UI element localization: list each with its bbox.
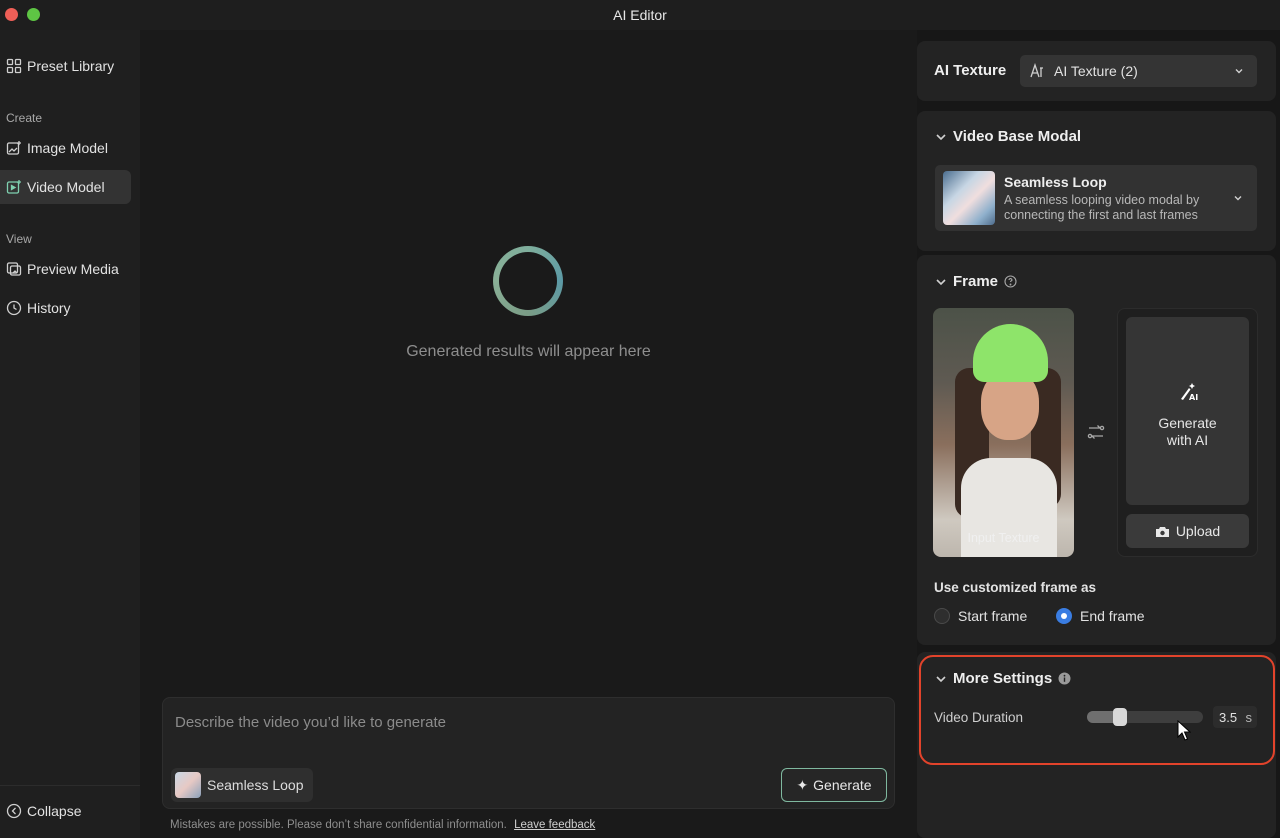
results-placeholder: Generated results will appear here [406,343,651,360]
input-texture-image[interactable]: Input Texture [933,308,1074,557]
section-label-create: Create [6,111,43,125]
model-thumbnail [175,772,201,798]
ai-texture-icon [1030,63,1043,78]
model-chip[interactable]: Seamless Loop [171,768,313,802]
sidebar-item-label: Video Model [27,179,105,195]
section-label-view: View [6,232,32,246]
chevron-down-icon [1234,196,1242,201]
frame-header[interactable]: Frame [934,273,1017,290]
end-frame-card: AI Generate with AI Upload [1117,308,1258,557]
video-base-modal-header[interactable]: Video Base Modal [934,128,1081,145]
svg-text:AI: AI [1189,393,1198,401]
generate-with-ai-label: Generate with AI [1158,415,1217,448]
clock-icon [6,300,22,316]
ai-texture-dropdown[interactable]: AI Texture (2) [1020,55,1257,87]
generate-button[interactable]: ✦ Generate [781,768,887,802]
grid-icon [6,58,22,74]
sidebar-item-label: Collapse [27,803,82,819]
sidebar-item-preview-media[interactable]: Preview Media [0,252,131,286]
main-canvas: Generated results will appear here Seaml… [140,30,917,838]
help-icon[interactable] [1004,275,1017,288]
frame-title: Frame [953,273,999,290]
title-bar: AI Editor [0,0,1280,30]
input-texture-caption: Input Texture [967,531,1040,545]
sidebar-item-history[interactable]: History [0,291,131,325]
sparkle-icon: ✦ [796,776,809,793]
sidebar-item-preset-library[interactable]: Preset Library [0,49,131,83]
mouse-cursor-icon [1177,720,1191,741]
media-icon [6,262,22,276]
disclaimer: Mistakes are possible. Please don’t shar… [170,819,595,831]
ai-texture-dropdown-value: AI Texture (2) [1054,63,1138,79]
highlight-annotation [919,655,1275,765]
prompt-input[interactable] [175,710,875,734]
upload-image-icon [1155,527,1169,537]
image-beanie [973,324,1048,382]
chevron-down-icon [936,278,946,285]
generate-with-ai-button[interactable]: AI Generate with AI [1126,317,1249,505]
sidebar-divider [0,785,140,786]
end-frame-label: End frame [1080,608,1145,624]
sidebar-item-image-model[interactable]: Image Model [0,131,131,165]
generate-label: Generate [813,777,872,793]
upload-label: Upload [1175,523,1221,539]
end-frame-radio[interactable] [1056,608,1072,624]
sidebar: Preset Library Create Image Model Video … [0,30,140,838]
window-title: AI Editor [613,7,667,23]
disclaimer-text: Mistakes are possible. Please don’t shar… [170,819,507,831]
sidebar-collapse-button[interactable]: Collapse [0,794,131,828]
upload-button[interactable]: Upload [1126,514,1249,548]
chevron-down-icon [936,133,946,140]
video-plus-icon [6,180,21,194]
sidebar-item-label: Preset Library [27,58,115,74]
loading-spinner-icon [493,246,563,316]
swap-icon[interactable] [1087,423,1105,441]
ai-texture-title: AI Texture [934,62,1007,79]
modal-thumbnail [943,171,995,225]
sidebar-item-label: History [27,300,71,316]
start-frame-label: Start frame [958,608,1028,624]
modal-description: A seamless looping video modal by connec… [1004,193,1200,222]
ai-texture-card: AI Texture AI Texture (2) [917,41,1276,101]
chevron-down-icon [1235,69,1243,74]
image-plus-icon [6,141,21,155]
sidebar-item-label: Preview Media [27,261,119,277]
sidebar-item-label: Image Model [27,140,108,156]
model-chip-label: Seamless Loop [207,777,304,793]
chevron-left-circle-icon [6,803,22,819]
leave-feedback-link[interactable]: Leave feedback [514,819,595,831]
video-base-modal-dropdown[interactable]: Seamless Loop A seamless looping video m… [935,165,1257,231]
video-base-modal-card: Video Base Modal Seamless Loop A seamles… [917,111,1276,251]
modal-name: Seamless Loop [1004,174,1107,190]
video-base-modal-title: Video Base Modal [953,128,1082,145]
customized-frame-label: Use customized frame as [934,580,1097,595]
start-frame-radio[interactable] [934,608,950,624]
ai-wand-icon: AI [1181,383,1198,401]
prompt-box: Seamless Loop ✦ Generate [162,697,895,809]
sidebar-item-video-model[interactable]: Video Model [0,170,131,204]
